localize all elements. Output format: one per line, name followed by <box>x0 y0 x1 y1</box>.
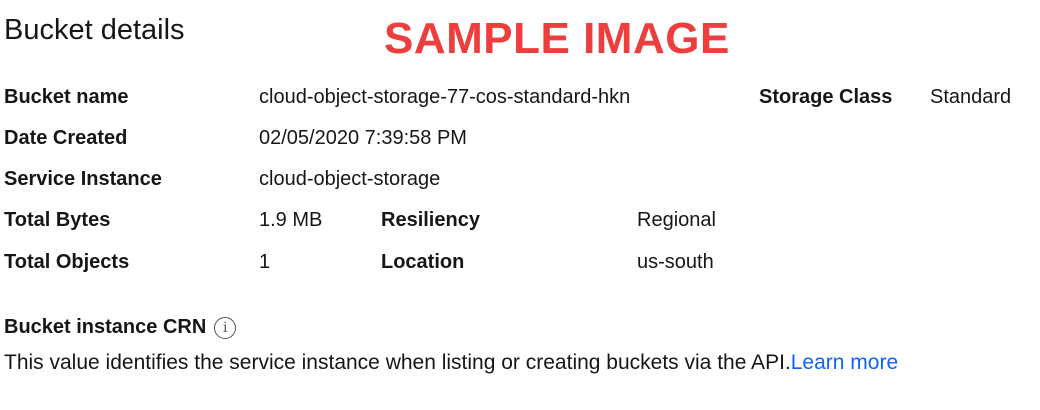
info-icon[interactable]: i <box>214 316 237 339</box>
resiliency-value: Regional <box>637 209 716 231</box>
crn-description-text: This value identifies the service instan… <box>4 351 791 374</box>
crn-title: Bucket instance CRN <box>4 316 207 338</box>
sample-image-watermark: SAMPLE IMAGE <box>384 14 730 63</box>
total-objects-value: 1 <box>259 251 271 273</box>
total-bytes-label: Total Bytes <box>4 209 111 231</box>
total-objects-label: Total Objects <box>4 251 130 273</box>
storage-class-value: Standard <box>930 86 1012 108</box>
date-created-label: Date Created <box>4 127 128 149</box>
total-bytes-value: 1.9 MB <box>259 209 323 231</box>
service-instance-label: Service Instance <box>4 168 162 190</box>
service-instance-value: cloud-object-storage <box>259 168 441 190</box>
crn-section-header: Bucket instance CRN i <box>4 316 237 339</box>
date-created-value: 02/05/2020 7:39:58 PM <box>259 127 467 149</box>
learn-more-link[interactable]: Learn more <box>791 351 898 374</box>
page-title: Bucket details <box>4 14 185 46</box>
location-value: us-south <box>637 251 714 273</box>
bucket-name-label: Bucket name <box>4 86 129 108</box>
storage-class-label: Storage Class <box>759 86 893 108</box>
bucket-name-value: cloud-object-storage-77-cos-standard-hkn <box>259 86 631 108</box>
crn-description: This value identifies the service instan… <box>4 351 898 375</box>
location-label: Location <box>381 251 465 273</box>
resiliency-label: Resiliency <box>381 209 480 231</box>
